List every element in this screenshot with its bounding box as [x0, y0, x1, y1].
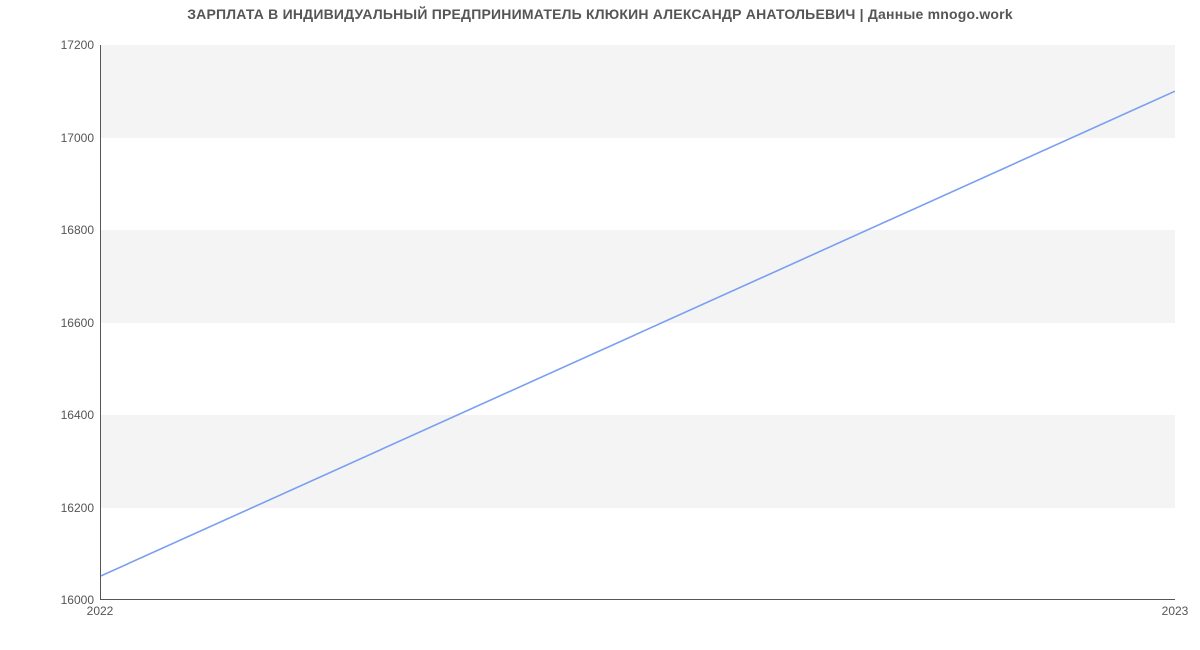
plot-area — [100, 45, 1175, 600]
y-tick-label: 16800 — [4, 223, 94, 237]
y-tick-label: 17200 — [4, 38, 94, 52]
line-series-svg — [101, 45, 1175, 599]
y-tick-label: 16000 — [4, 593, 94, 607]
x-tick-label: 2022 — [87, 604, 114, 618]
line-series — [101, 91, 1175, 576]
y-tick-label: 16200 — [4, 501, 94, 515]
chart-title: ЗАРПЛАТА В ИНДИВИДУАЛЬНЫЙ ПРЕДПРИНИМАТЕЛ… — [0, 6, 1200, 22]
y-tick-label: 16400 — [4, 408, 94, 422]
y-tick-label: 16600 — [4, 316, 94, 330]
x-tick-label: 2023 — [1162, 604, 1189, 618]
chart-container: ЗАРПЛАТА В ИНДИВИДУАЛЬНЫЙ ПРЕДПРИНИМАТЕЛ… — [0, 0, 1200, 650]
y-tick-label: 17000 — [4, 131, 94, 145]
